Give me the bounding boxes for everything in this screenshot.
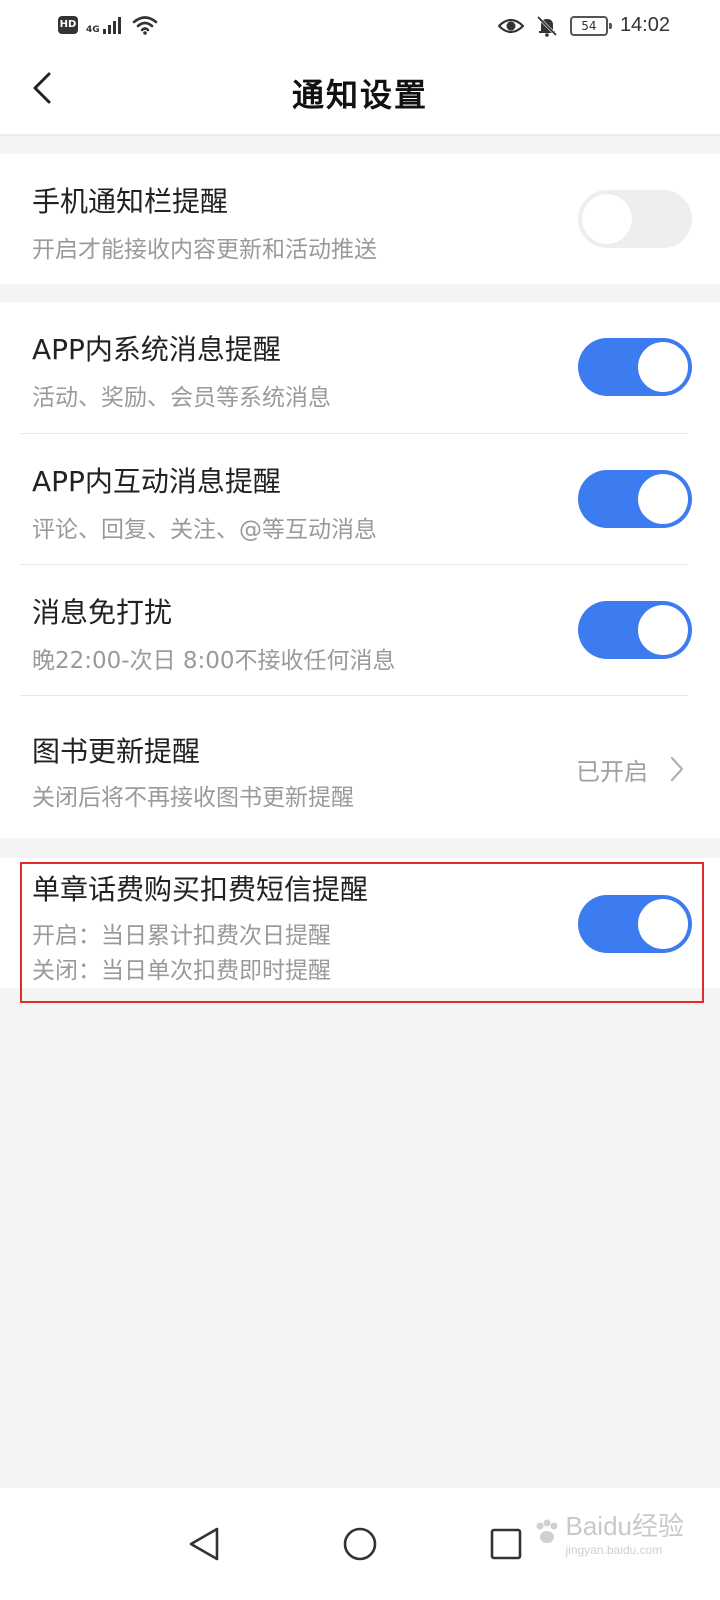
setting-title: 单章话费购买扣费短信提醒: [32, 873, 369, 906]
status-bar: HD 4G 54 14:02: [0, 0, 720, 52]
book-update-status: 已开启: [576, 758, 648, 786]
nav-recents-icon: [490, 1528, 522, 1560]
setting-row-book-update[interactable]: 图书更新提醒 关闭后将不再接收图书更新提醒 已开启: [0, 696, 720, 838]
bell-off-icon: [536, 15, 557, 37]
network-label: 4G: [86, 25, 100, 35]
nav-back-button[interactable]: [176, 1516, 232, 1572]
chevron-right-icon: [670, 756, 684, 782]
signal-icon: [102, 17, 121, 34]
setting-title: 图书更新提醒: [32, 735, 201, 768]
setting-subtitle-off: 关闭：当日单次扣费即时提醒: [32, 958, 331, 984]
setting-subtitle: 活动、奖励、会员等系统消息: [32, 385, 331, 411]
setting-title: 消息免打扰: [32, 596, 173, 629]
setting-subtitle: 开启才能接收内容更新和活动推送: [32, 237, 377, 263]
setting-row-sms-charge: 单章话费购买扣费短信提醒 开启：当日累计扣费次日提醒 关闭：当日单次扣费即时提醒: [0, 858, 720, 988]
watermark-text: Baidu经验: [565, 1511, 685, 1541]
setting-title: APP内互动消息提醒: [32, 465, 281, 498]
toggle-knob: [638, 474, 688, 524]
wifi-icon: [132, 16, 157, 35]
sms-charge-toggle[interactable]: [578, 895, 692, 953]
baidu-watermark: Baidu经验 jingyan.baidu.com: [532, 1506, 685, 1557]
setting-title: APP内系统消息提醒: [32, 333, 281, 366]
setting-row-dnd: 消息免打扰 晚22:00-次日 8:00不接收任何消息: [0, 565, 720, 696]
phone-notify-toggle[interactable]: [578, 190, 692, 248]
setting-row-phone-notify: 手机通知栏提醒 开启才能接收内容更新和活动推送: [0, 154, 720, 284]
nav-home-button[interactable]: [332, 1516, 388, 1572]
status-bar-right: 54 14:02: [497, 14, 670, 37]
system-msg-toggle[interactable]: [578, 338, 692, 396]
page-title: 通知设置: [291, 76, 428, 114]
watermark-subtext: jingyan.baidu.com: [565, 1543, 663, 1557]
toggle-knob: [582, 194, 632, 244]
toggle-knob: [638, 899, 688, 949]
status-bar-left: HD 4G: [58, 14, 158, 36]
status-time: 14:02: [619, 14, 670, 36]
dnd-toggle[interactable]: [578, 601, 692, 659]
setting-subtitle: 评论、回复、关注、@等互动消息: [32, 517, 377, 543]
nav-back-icon: [189, 1527, 219, 1561]
setting-row-interact-msg: APP内互动消息提醒 评论、回复、关注、@等互动消息: [0, 434, 720, 565]
app-header: 通知设置: [0, 52, 720, 136]
section-app-messages: APP内系统消息提醒 活动、奖励、会员等系统消息 APP内互动消息提醒 评论、回…: [0, 302, 720, 838]
setting-subtitle-on: 开启：当日累计扣费次日提醒: [32, 923, 331, 949]
setting-row-system-msg: APP内系统消息提醒 活动、奖励、会员等系统消息: [0, 302, 720, 433]
setting-title: 手机通知栏提醒: [32, 185, 229, 218]
setting-subtitle: 晚22:00-次日 8:00不接收任何消息: [32, 648, 396, 674]
hd-badge: HD: [58, 16, 78, 34]
toggle-knob: [638, 605, 688, 655]
network-indicator: 4G: [86, 15, 124, 35]
section-sms-charge: 单章话费购买扣费短信提醒 开启：当日累计扣费次日提醒 关闭：当日单次扣费即时提醒: [0, 858, 720, 988]
paw-icon: [536, 1519, 557, 1543]
nav-recents-button[interactable]: [478, 1516, 534, 1572]
interact-msg-toggle[interactable]: [578, 470, 692, 528]
nav-home-icon: [343, 1527, 377, 1561]
battery-icon: 54: [569, 15, 612, 36]
toggle-knob: [638, 342, 688, 392]
section-phone-notify: 手机通知栏提醒 开启才能接收内容更新和活动推送: [0, 154, 720, 284]
watermark-group: Baidu经验 jingyan.baidu.com: [566, 1506, 685, 1557]
eye-icon: [497, 18, 524, 33]
setting-subtitle: 关闭后将不再接收图书更新提醒: [32, 785, 354, 811]
